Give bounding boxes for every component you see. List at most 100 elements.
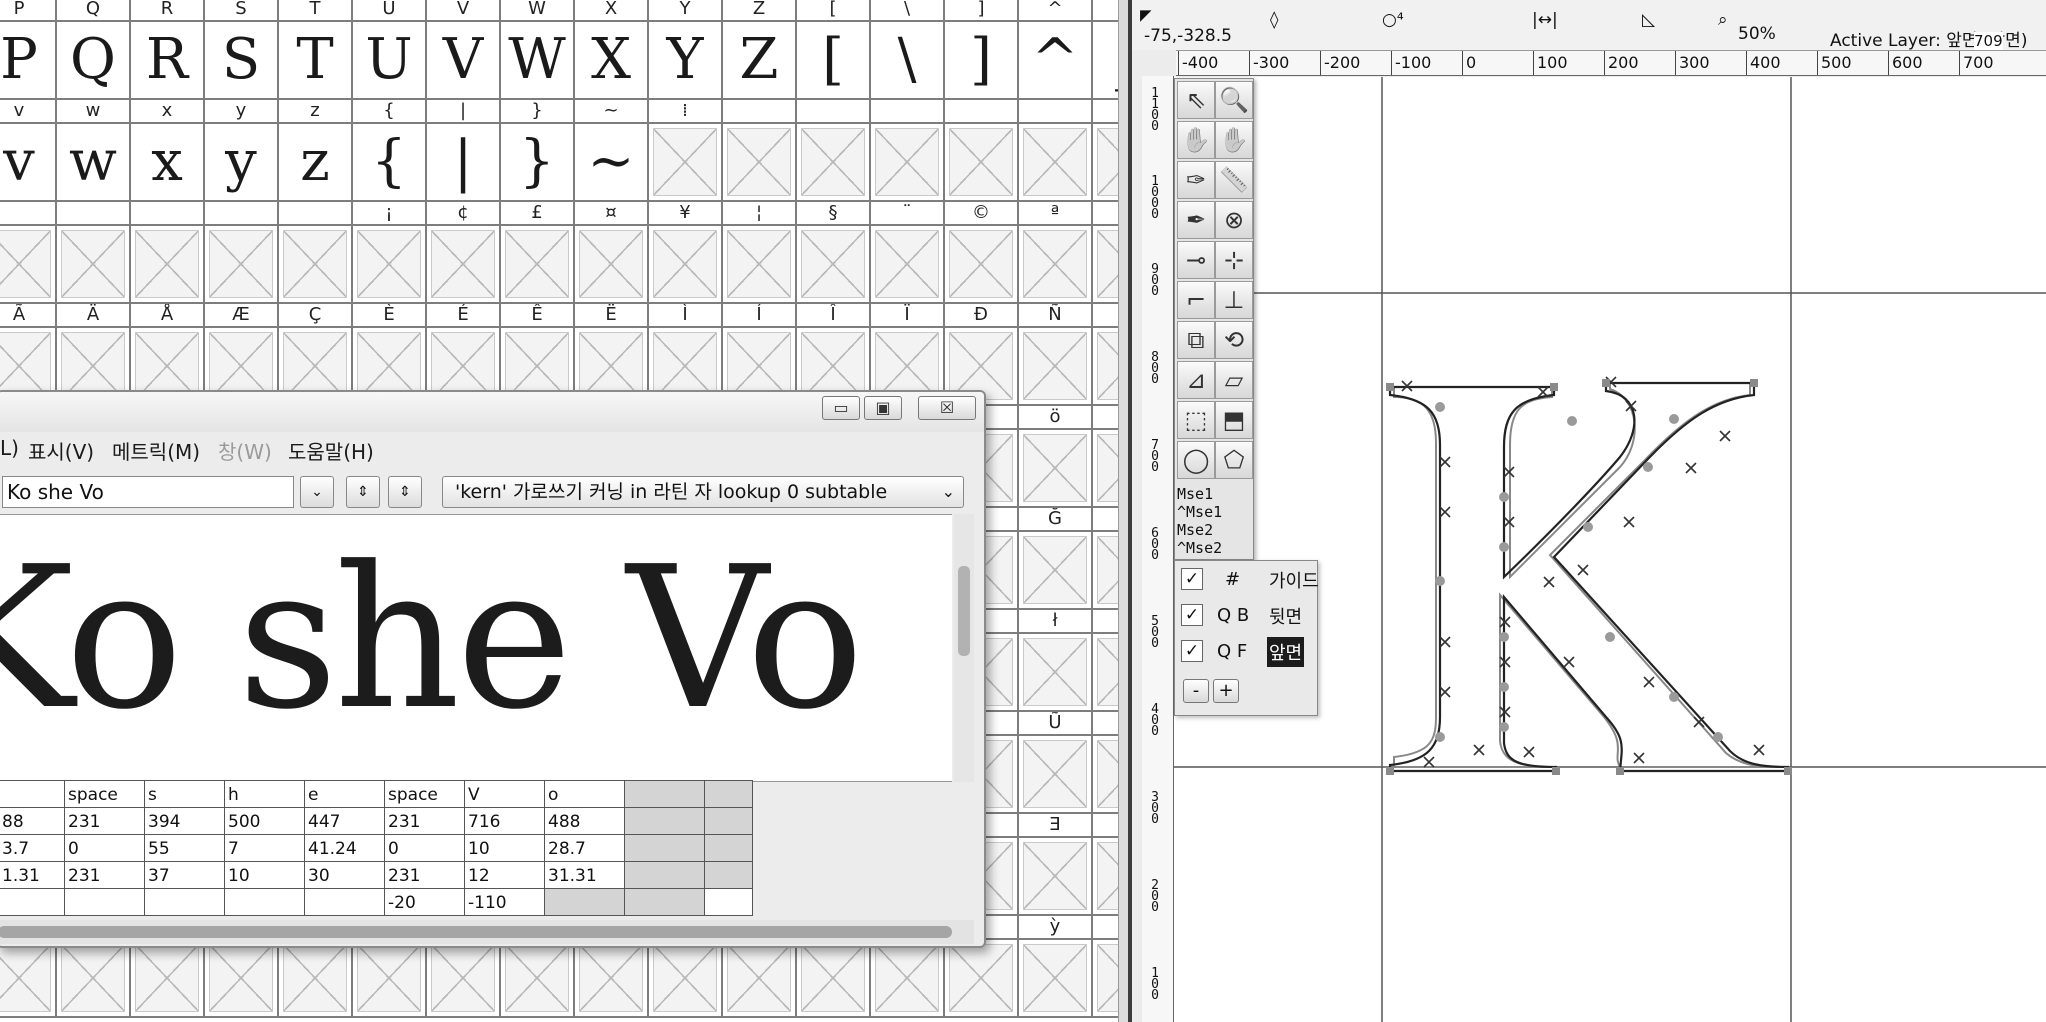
layer-row-fore[interactable]: ✓ Q F 앞면 (1175, 635, 1319, 669)
scroll-hand-icon[interactable]: ✋ (1215, 121, 1253, 159)
menu-help[interactable]: 도움말(H) (288, 436, 374, 465)
corner-point-icon[interactable]: ⌐ (1177, 281, 1215, 319)
add-layer-button[interactable]: + (1213, 679, 1239, 703)
glyph-cell[interactable] (1019, 634, 1093, 712)
spiro-tool-icon[interactable]: ⊗ (1215, 201, 1253, 239)
table-cell[interactable] (544, 888, 625, 916)
glyph-cell[interactable]: } (501, 124, 575, 202)
glyph-cell[interactable]: v (0, 124, 57, 202)
glyph-cell[interactable] (649, 124, 723, 202)
glyph-cell[interactable]: S (205, 22, 279, 100)
glyph-cell[interactable] (1019, 736, 1093, 814)
glyph-cell[interactable]: T (279, 22, 353, 100)
glyph-cell[interactable] (427, 226, 501, 304)
menu-file[interactable]: L) (0, 436, 19, 460)
table-cell[interactable] (64, 888, 145, 916)
table-cell[interactable] (224, 888, 305, 916)
font-view-scrollbar[interactable] (1118, 0, 1128, 1022)
polygon-tool-icon[interactable]: ⬠ (1215, 441, 1253, 479)
glyph-cell[interactable] (353, 940, 427, 1018)
skew-tool-icon[interactable]: ▱ (1215, 361, 1253, 399)
preview-scrollbar[interactable] (954, 514, 974, 782)
glyph-cell[interactable] (1019, 124, 1093, 202)
glyph-cell[interactable]: R (131, 22, 205, 100)
glyph-cell[interactable]: ] (945, 22, 1019, 100)
preview-scroll-thumb[interactable] (958, 566, 970, 656)
glyph-cell[interactable]: X (575, 22, 649, 100)
glyph-cell[interactable] (945, 124, 1019, 202)
glyph-cell[interactable] (279, 940, 353, 1018)
horizontal-scrollbar[interactable] (0, 920, 974, 944)
glyph-cell[interactable]: ^ (1019, 22, 1093, 100)
layer-row-guide[interactable]: ✓ # 가이드 (1175, 563, 1319, 597)
glyph-cell[interactable] (427, 940, 501, 1018)
magnify-tool-icon[interactable]: 🔍 (1215, 81, 1253, 119)
menu-view[interactable]: 표시(V) (28, 436, 94, 465)
glyph-cell[interactable] (1019, 940, 1093, 1018)
kern-up-button[interactable]: ⇕ (346, 476, 380, 508)
hv-curve-point-icon[interactable]: ⊹ (1215, 241, 1253, 279)
glyph-cell[interactable] (871, 226, 945, 304)
minimize-button[interactable]: ▭ (822, 396, 860, 420)
lookup-select[interactable]: 'kern' 가로쓰기 커닝 in 라틴 자 lookup 0 subtable… (442, 476, 964, 508)
glyph-cell[interactable] (131, 940, 205, 1018)
glyph-cell[interactable] (353, 226, 427, 304)
layer-name[interactable]: 앞면 (1267, 637, 1305, 667)
glyph-cell[interactable] (279, 226, 353, 304)
glyph-cell[interactable] (1019, 226, 1093, 304)
table-cell[interactable] (144, 888, 225, 916)
curve-point-icon[interactable]: ⊸ (1177, 241, 1215, 279)
glyph-cell[interactable]: z (279, 124, 353, 202)
tangent-point-icon[interactable]: ⊥ (1215, 281, 1253, 319)
glyph-cell[interactable] (1019, 838, 1093, 916)
layer-name[interactable]: 뒷면 (1267, 601, 1304, 631)
glyph-cell[interactable]: { (353, 124, 427, 202)
glyph-cell[interactable]: x (131, 124, 205, 202)
glyph-cell[interactable] (871, 124, 945, 202)
text-dropdown-button[interactable]: ⌄ (300, 476, 334, 508)
layer-row-back[interactable]: ✓ Q B 뒷면 (1175, 599, 1319, 633)
layer-name[interactable]: 가이드 (1267, 565, 1321, 595)
table-cell[interactable]: -110 (464, 888, 545, 916)
maximize-button[interactable]: ▣ (864, 396, 902, 420)
glyph-cell[interactable] (501, 940, 575, 1018)
3d-rotate-icon[interactable]: ⬚ (1177, 401, 1215, 439)
glyph-cell[interactable]: V (427, 22, 501, 100)
glyph-cell[interactable] (1019, 532, 1093, 610)
glyph-cell[interactable]: Z (723, 22, 797, 100)
glyph-cell[interactable] (723, 226, 797, 304)
glyph-cell[interactable] (649, 226, 723, 304)
table-cell[interactable]: -20 (384, 888, 465, 916)
table-cell[interactable] (0, 888, 65, 916)
glyph-cell[interactable]: Q (57, 22, 131, 100)
glyph-cell[interactable] (205, 940, 279, 1018)
menu-window[interactable]: 창(W) (218, 436, 272, 465)
glyph-cell[interactable] (0, 226, 57, 304)
ruler-tool-icon[interactable]: 📏 (1215, 161, 1253, 199)
glyph-cell[interactable] (945, 226, 1019, 304)
glyph-cell[interactable] (0, 940, 57, 1018)
glyph-cell[interactable] (501, 226, 575, 304)
flip-tool-icon[interactable]: ⊿ (1177, 361, 1215, 399)
menu-metrics[interactable]: 메트릭(M) (112, 436, 200, 465)
rotate-tool-icon[interactable]: ⟲ (1215, 321, 1253, 359)
glyph-cell[interactable]: \ (871, 22, 945, 100)
glyph-cell[interactable]: W (501, 22, 575, 100)
glyph-cell[interactable] (575, 226, 649, 304)
metrics-titlebar[interactable]: ▭ ▣ ☒ (0, 392, 984, 432)
glyph-cell[interactable] (1019, 328, 1093, 406)
glyph-cell[interactable] (797, 940, 871, 1018)
table-cell[interactable] (304, 888, 385, 916)
kern-down-button[interactable]: ⇕ (388, 476, 422, 508)
scale-tool-icon[interactable]: ⧉ (1177, 321, 1215, 359)
glyph-cell[interactable]: P (0, 22, 57, 100)
perspective-icon[interactable]: ⬒ (1215, 401, 1253, 439)
glyph-cell[interactable] (945, 940, 1019, 1018)
glyph-cell[interactable] (57, 226, 131, 304)
glyph-cell[interactable]: w (57, 124, 131, 202)
glyph-cell[interactable] (131, 226, 205, 304)
table-cell[interactable] (624, 888, 705, 916)
glyph-cell[interactable]: ~ (575, 124, 649, 202)
ellipse-tool-icon[interactable]: ◯ (1177, 441, 1215, 479)
pointer-tool-icon[interactable]: ⇖ (1177, 81, 1215, 119)
